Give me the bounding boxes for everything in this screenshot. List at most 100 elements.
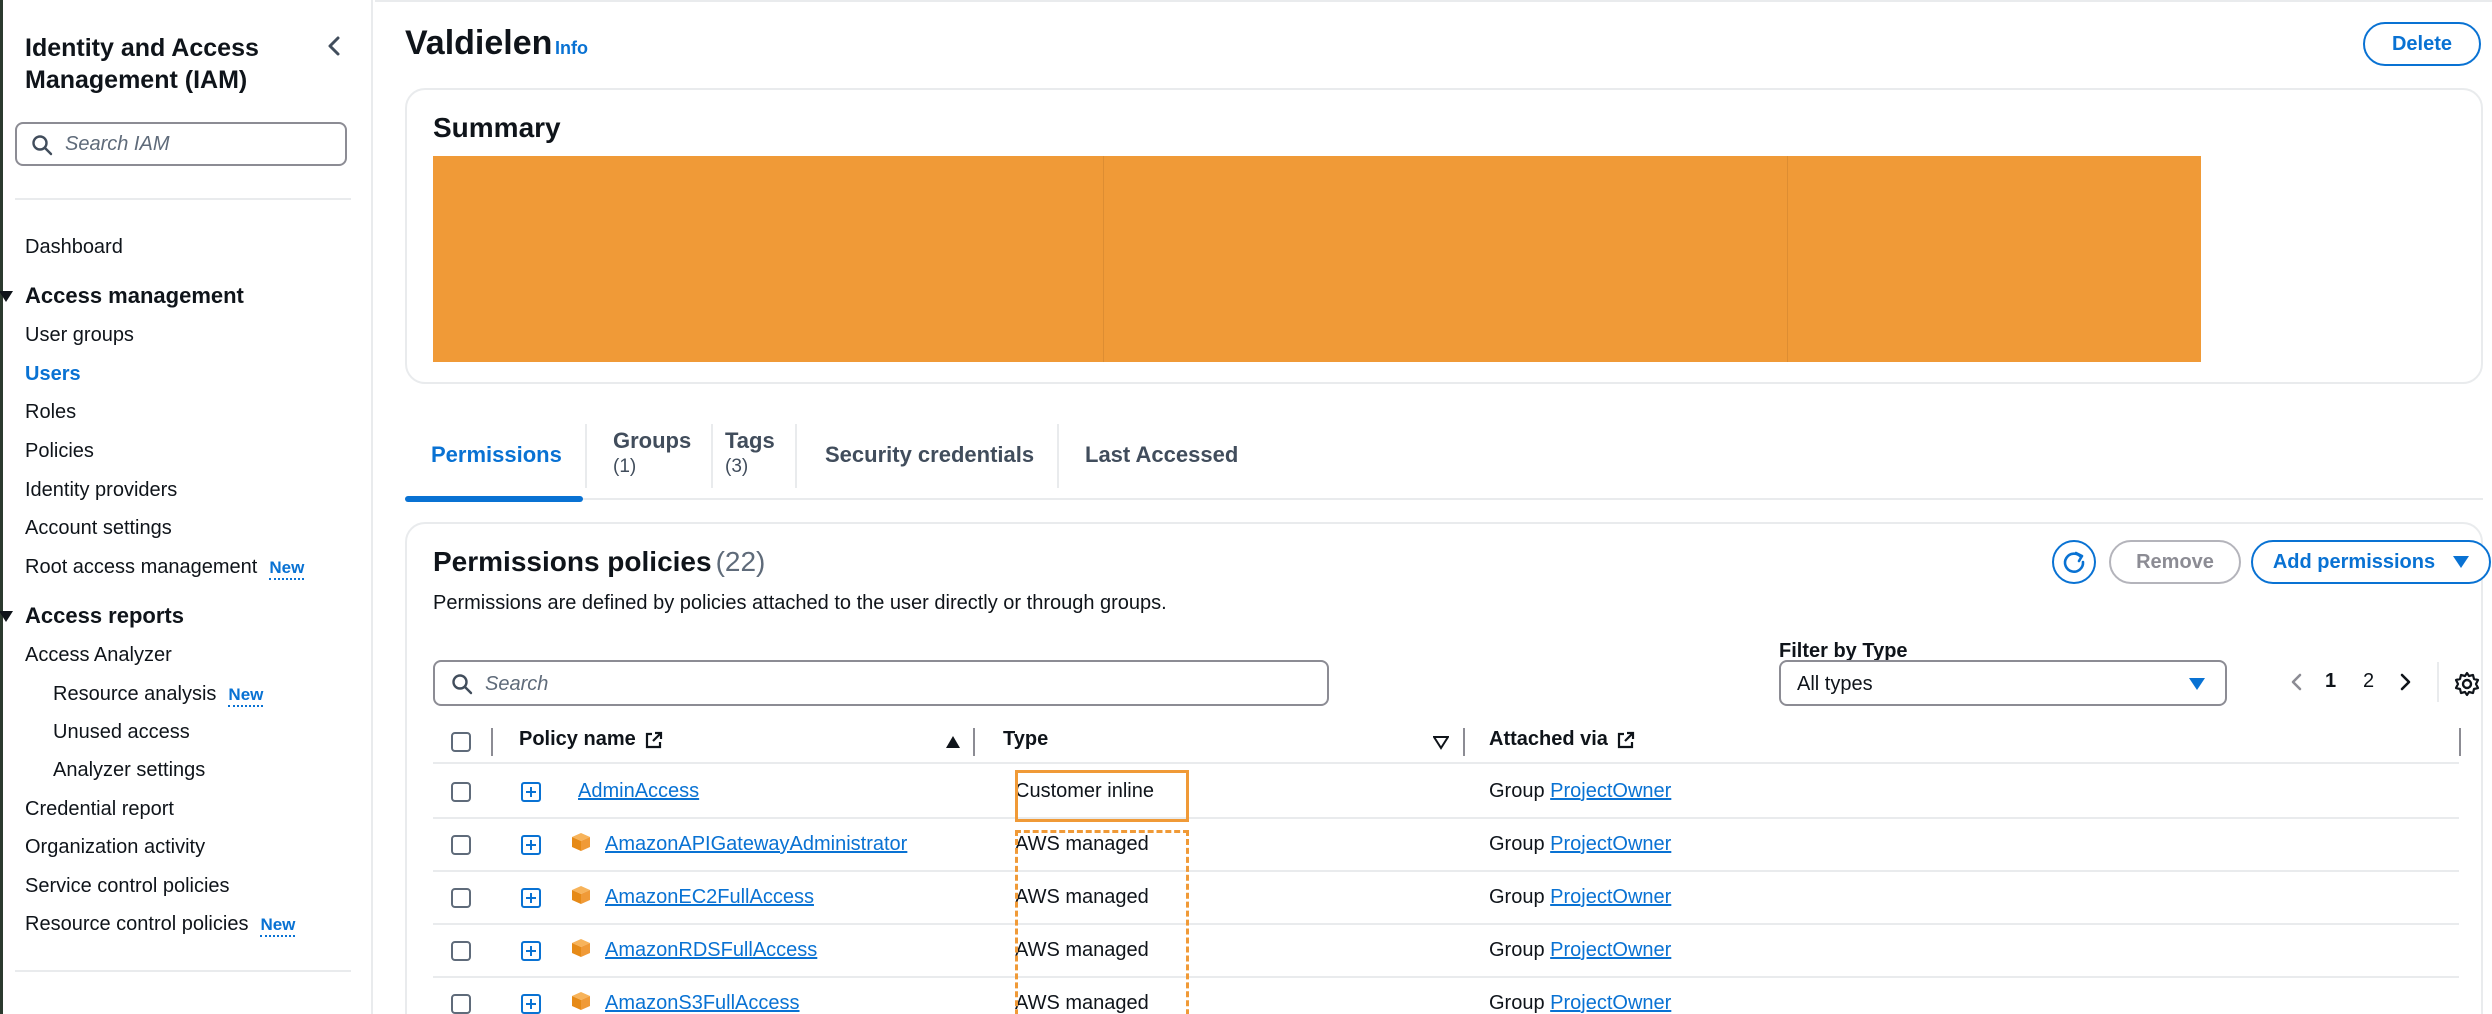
tab-count: (1) xyxy=(613,456,637,477)
sidebar-item-identity-providers[interactable]: Identity providers xyxy=(25,477,177,503)
column-divider xyxy=(491,728,493,756)
chevron-right-icon[interactable] xyxy=(2391,668,2419,696)
close-sidebar-icon[interactable] xyxy=(321,32,349,60)
active-tab-indicator xyxy=(405,496,583,502)
sidebar-item-label: Root access management xyxy=(25,556,258,578)
column-divider xyxy=(1787,156,1788,362)
aws-box-icon xyxy=(572,886,590,904)
attached-type: Group xyxy=(1489,886,1545,908)
sort-ascending-icon[interactable] xyxy=(945,734,961,750)
tab-security-credentials[interactable]: Security credentials xyxy=(797,410,1055,500)
sidebar-item-service-control-policies[interactable]: Service control policies xyxy=(25,873,230,899)
delete-button[interactable]: Delete xyxy=(2363,22,2481,66)
expand-row-icon[interactable] xyxy=(521,835,541,855)
row-checkbox[interactable] xyxy=(451,782,471,802)
sidebar-item-credential-report[interactable]: Credential report xyxy=(25,796,174,822)
column-divider xyxy=(1463,728,1465,756)
info-link[interactable]: Info xyxy=(555,38,588,59)
pager-divider xyxy=(2437,662,2439,702)
select-all-checkbox[interactable] xyxy=(451,732,471,752)
page-1[interactable]: 1 xyxy=(2325,670,2336,693)
column-type[interactable]: Type xyxy=(1003,728,1048,751)
tab-permissions[interactable]: Permissions xyxy=(405,410,583,502)
caret-down-icon xyxy=(0,291,13,302)
sidebar-item-access-analyzer[interactable]: Access Analyzer xyxy=(25,642,172,668)
attached-via: Group ProjectOwner xyxy=(1489,992,1671,1014)
row-checkbox[interactable] xyxy=(451,941,471,961)
iam-console: Identity and Access Management (IAM) Das… xyxy=(0,0,2492,1014)
policy-name-link[interactable]: AmazonS3FullAccess xyxy=(605,992,800,1014)
page-title: Valdielen xyxy=(405,24,553,62)
row-checkbox[interactable] xyxy=(451,994,471,1014)
expand-row-icon[interactable] xyxy=(521,888,541,908)
tab-count: (3) xyxy=(725,456,749,477)
button-label: Add permissions xyxy=(2272,550,2436,573)
expand-row-icon[interactable] xyxy=(521,782,541,802)
policy-search-input[interactable] xyxy=(485,670,1305,698)
sidebar-item-root-access-management[interactable]: Root access management New xyxy=(25,554,305,580)
attached-via: Group ProjectOwner xyxy=(1489,886,1671,909)
sidebar-item-label: Resource control policies xyxy=(25,913,249,935)
sidebar-item-users[interactable]: Users xyxy=(25,361,81,387)
sidebar-item-roles[interactable]: Roles xyxy=(25,399,76,425)
policy-name-link[interactable]: AdminAccess xyxy=(578,780,699,803)
expand-row-icon[interactable] xyxy=(521,941,541,961)
filter-type-select[interactable]: All types xyxy=(1779,660,2227,706)
group-link[interactable]: ProjectOwner xyxy=(1550,992,1671,1014)
summary-panel: Summary xyxy=(405,88,2483,384)
sort-icon[interactable] xyxy=(1433,734,1449,750)
group-link[interactable]: ProjectOwner xyxy=(1550,780,1671,802)
remove-button[interactable]: Remove xyxy=(2109,540,2241,584)
aws-box-icon xyxy=(572,939,590,957)
page-2[interactable]: 2 xyxy=(2363,670,2374,693)
policy-name-link[interactable]: AmazonRDSFullAccess xyxy=(605,939,817,962)
sidebar-section-access-reports[interactable]: Access reports xyxy=(0,602,184,630)
add-permissions-button[interactable]: Add permissions xyxy=(2251,540,2491,584)
sidebar: Identity and Access Management (IAM) Das… xyxy=(0,0,373,1014)
permissions-heading: Permissions policies (22) xyxy=(433,546,765,578)
sidebar-item-account-settings[interactable]: Account settings xyxy=(25,515,172,541)
row-checkbox[interactable] xyxy=(451,835,471,855)
section-label: Access reports xyxy=(25,603,184,628)
external-link-icon xyxy=(645,731,662,748)
refresh-button[interactable] xyxy=(2052,540,2096,584)
gear-icon[interactable] xyxy=(2453,670,2481,698)
sidebar-search-input[interactable] xyxy=(65,130,335,158)
sidebar-item-organization-activity[interactable]: Organization activity xyxy=(25,834,205,860)
tab-groups[interactable]: Groups (1) xyxy=(585,410,711,500)
row-checkbox[interactable] xyxy=(451,888,471,908)
tab-label: Last Accessed xyxy=(1085,442,1239,467)
summary-heading: Summary xyxy=(433,112,561,143)
policy-name-link[interactable]: AmazonEC2FullAccess xyxy=(605,886,814,909)
tab-label: Tags xyxy=(725,428,775,453)
policy-name-link[interactable]: AmazonAPIGatewayAdministrator xyxy=(605,833,907,856)
expand-row-icon[interactable] xyxy=(521,994,541,1014)
table-row: AmazonS3FullAccess AWS managed Group Pro… xyxy=(433,978,2459,1014)
sidebar-item-resource-analysis[interactable]: Resource analysis New xyxy=(53,681,264,707)
section-label: Access management xyxy=(25,283,244,308)
sidebar-title: Identity and Access Management (IAM) xyxy=(25,34,259,94)
sidebar-item-user-groups[interactable]: User groups xyxy=(25,322,134,348)
sidebar-item-resource-control-policies[interactable]: Resource control policies New xyxy=(25,911,296,937)
new-badge: New xyxy=(228,685,264,707)
sidebar-item-policies[interactable]: Policies xyxy=(25,438,94,464)
column-attached-via[interactable]: Attached via xyxy=(1489,728,1636,751)
column-policy-name[interactable]: Policy name xyxy=(519,728,664,751)
attached-type: Group xyxy=(1489,939,1545,961)
table-row: AmazonRDSFullAccess AWS managed Group Pr… xyxy=(433,925,2459,978)
sidebar-item-unused-access[interactable]: Unused access xyxy=(53,719,190,745)
aws-managed-highlight xyxy=(1015,830,1189,1014)
new-badge: New xyxy=(260,915,296,937)
sidebar-item-analyzer-settings[interactable]: Analyzer settings xyxy=(53,757,205,783)
chevron-left-icon[interactable] xyxy=(2283,668,2311,696)
external-link-icon xyxy=(1617,731,1635,748)
sidebar-item-dashboard[interactable]: Dashboard xyxy=(25,234,123,260)
sidebar-section-access-management[interactable]: Access management xyxy=(0,282,244,310)
group-link[interactable]: ProjectOwner xyxy=(1550,833,1671,855)
tab-last-accessed[interactable]: Last Accessed xyxy=(1059,410,1249,500)
caret-down-icon xyxy=(2189,678,2205,690)
group-link[interactable]: ProjectOwner xyxy=(1550,886,1671,908)
tab-tags[interactable]: Tags (3) xyxy=(711,410,793,500)
group-link[interactable]: ProjectOwner xyxy=(1550,939,1671,961)
caret-down-icon xyxy=(2453,556,2470,568)
